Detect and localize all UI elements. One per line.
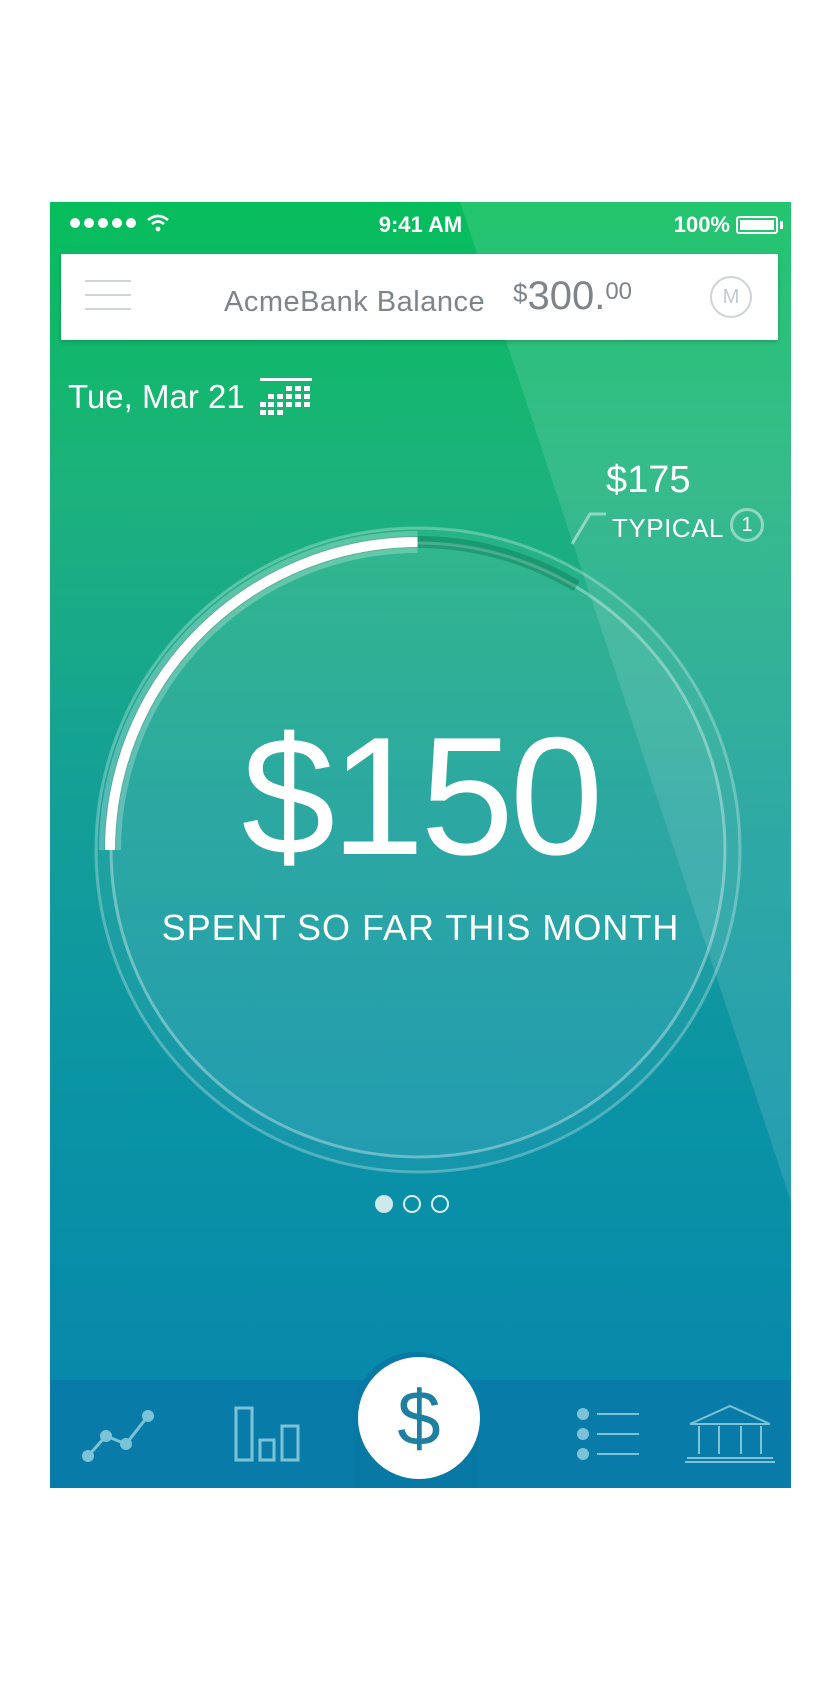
spend-dollar-button[interactable]: $ xyxy=(358,1357,480,1479)
tab-transactions[interactable] xyxy=(553,1380,673,1488)
spent-caption: SPENT SO FAR THIS MONTH xyxy=(161,907,680,948)
tab-trends[interactable] xyxy=(58,1380,178,1488)
phone-screen: 9:41 AM 100% AcmeBank Balance $300.00 M … xyxy=(50,202,791,1488)
page-dot[interactable] xyxy=(375,1195,393,1213)
typical-amount: $175 xyxy=(606,459,691,501)
tab-accounts[interactable] xyxy=(670,1380,790,1488)
list-icon xyxy=(577,1408,639,1460)
line-chart-icon xyxy=(82,1410,154,1462)
page-indicator xyxy=(375,1195,449,1213)
typical-info-badge[interactable]: 1 xyxy=(730,508,764,542)
page-dot[interactable] xyxy=(403,1195,421,1213)
typical-leader-line xyxy=(570,512,606,545)
bar-chart-icon xyxy=(234,1406,300,1462)
typical-label: TYPICAL xyxy=(612,513,724,543)
tab-budget[interactable] xyxy=(210,1380,330,1488)
spent-amount: $150 xyxy=(241,702,604,890)
page-dot[interactable] xyxy=(431,1195,449,1213)
dollar-icon: $ xyxy=(397,1373,441,1462)
bank-icon xyxy=(685,1404,775,1463)
